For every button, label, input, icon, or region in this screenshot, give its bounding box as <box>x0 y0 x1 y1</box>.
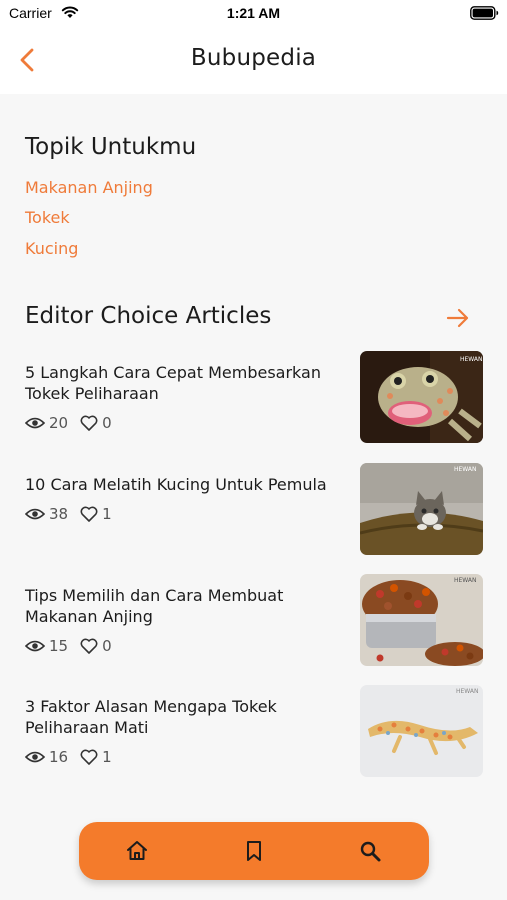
eye-icon <box>25 417 45 429</box>
article-title: Tips Memilih dan Cara Membuat Makanan An… <box>25 586 284 626</box>
dog-food-photo: HEWAN <box>360 574 483 666</box>
like-count: 1 <box>102 748 112 766</box>
editor-choice-heading: Editor Choice Articles <box>25 303 272 329</box>
article-title: 10 Cara Melatih Kucing Untuk Pemula <box>25 475 327 494</box>
status-time: 1:21 AM <box>226 5 281 21</box>
kitten-photo: HEWAN <box>360 463 483 555</box>
navigation-bar: Bubupedia <box>0 28 507 94</box>
gecko-photo: HEWAN <box>360 351 483 443</box>
heart-icon <box>80 415 98 431</box>
page-title: Bubupedia <box>190 45 317 71</box>
topic-link[interactable]: Kucing <box>25 239 78 258</box>
topic-link[interactable]: Makanan Anjing <box>25 178 153 197</box>
svg-text:HEWAN: HEWAN <box>460 356 483 363</box>
like-count: 1 <box>102 505 112 523</box>
svg-text:HEWAN: HEWAN <box>456 688 479 695</box>
article-item[interactable]: 5 Langkah Cara Cepat Membesarkan Tokek P… <box>0 351 507 454</box>
eye-icon <box>25 640 45 652</box>
svg-text:HEWAN: HEWAN <box>454 577 477 584</box>
view-count: 16 <box>49 748 69 766</box>
topic-link[interactable]: Tokek <box>25 208 70 227</box>
arrow-right-icon[interactable] <box>445 305 471 331</box>
heart-icon <box>80 749 98 765</box>
article-item[interactable]: 10 Cara Melatih Kucing Untuk Pemula 38 1 <box>0 463 507 566</box>
view-count: 38 <box>49 505 69 523</box>
article-stats: 16 1 <box>25 748 112 766</box>
heart-icon <box>80 506 98 522</box>
article-title: 5 Langkah Cara Cepat Membesarkan Tokek P… <box>25 363 321 403</box>
article-title: 3 Faktor Alasan Mengapa Tokek Peliharaan… <box>25 697 277 737</box>
article-stats: 38 1 <box>25 505 112 523</box>
heart-icon <box>80 638 98 654</box>
bookmark-icon[interactable] <box>242 839 266 863</box>
view-count: 15 <box>49 637 69 655</box>
svg-text:HEWAN: HEWAN <box>454 466 477 473</box>
article-stats: 15 0 <box>25 637 112 655</box>
like-count: 0 <box>102 637 112 655</box>
status-bar: Carrier 1:21 AM <box>0 0 507 28</box>
view-count: 20 <box>49 414 69 432</box>
topics-heading: Topik Untukmu <box>25 134 197 160</box>
article-stats: 20 0 <box>25 414 112 432</box>
eye-icon <box>25 751 45 763</box>
gecko-white-photo: HEWAN <box>360 685 483 777</box>
article-item[interactable]: 3 Faktor Alasan Mengapa Tokek Peliharaan… <box>0 685 507 788</box>
article-item[interactable]: Tips Memilih dan Cara Membuat Makanan An… <box>0 574 507 677</box>
like-count: 0 <box>102 414 112 432</box>
battery-icon <box>470 6 499 20</box>
search-icon[interactable] <box>358 839 382 863</box>
home-icon[interactable] <box>125 839 149 863</box>
bottom-tab-bar <box>79 822 429 880</box>
eye-icon <box>25 508 45 520</box>
